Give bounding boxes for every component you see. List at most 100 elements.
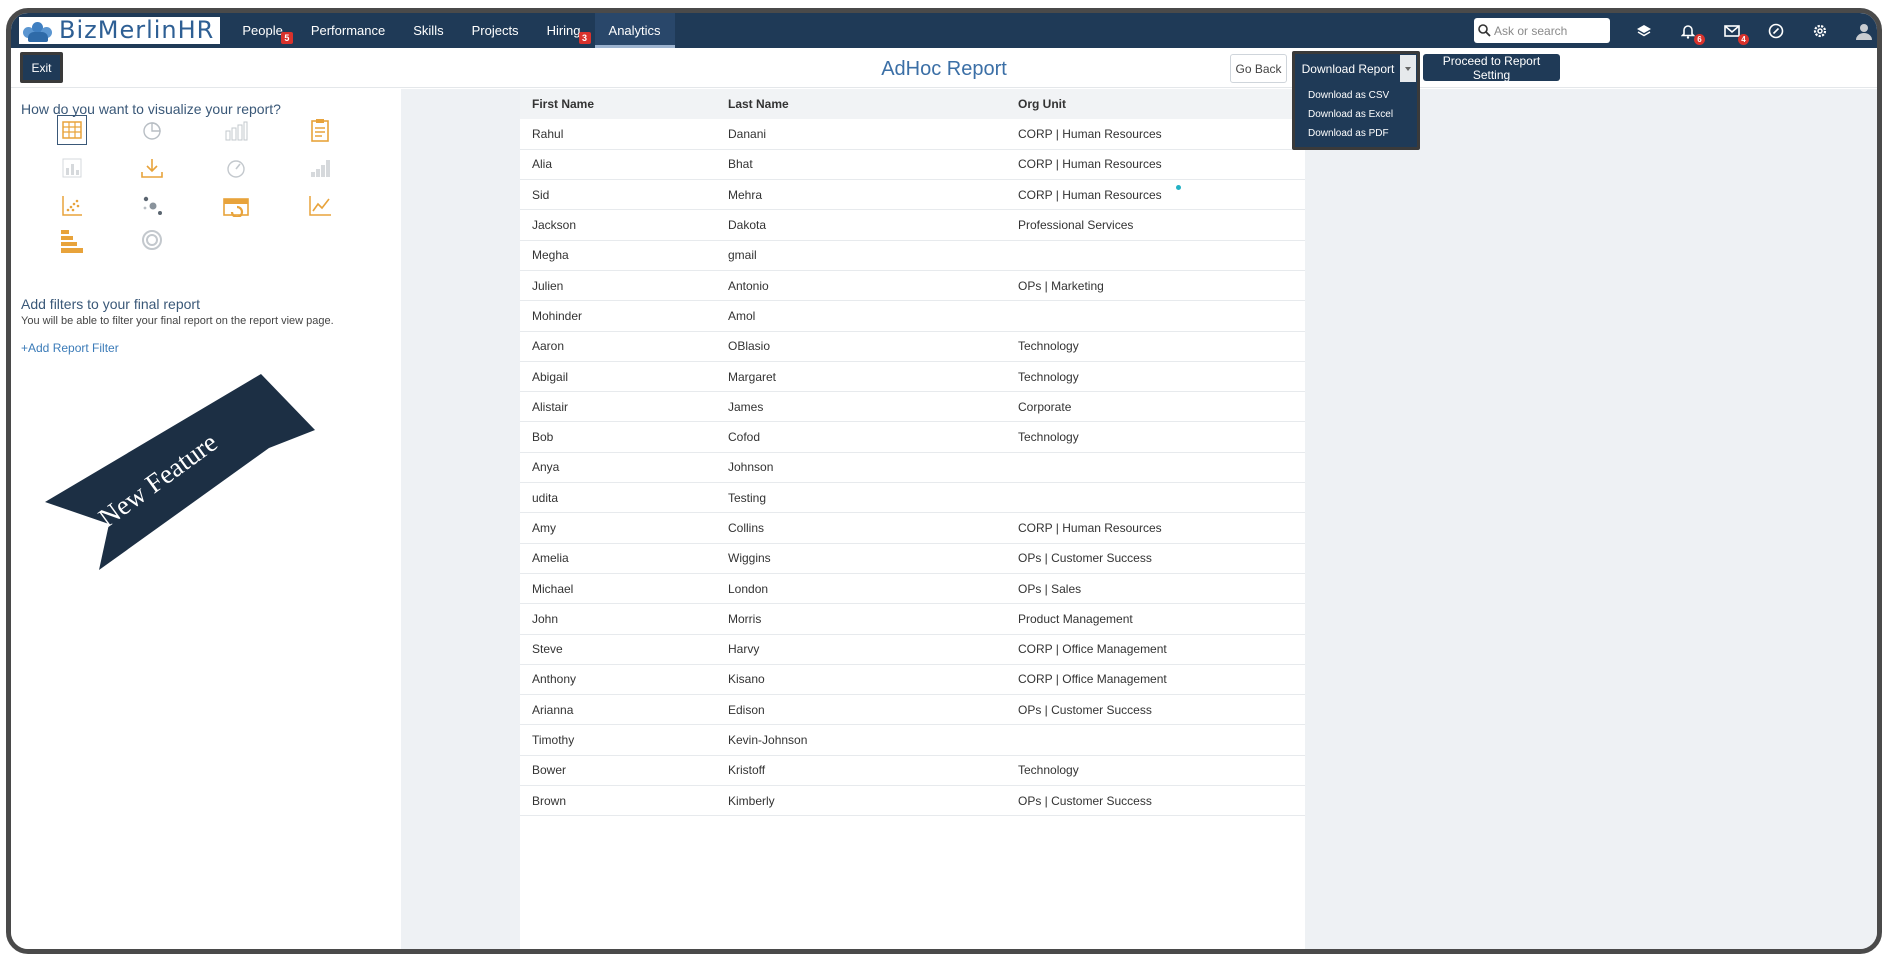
cell-last-name: Harvy [728,642,760,657]
cell-org-unit [1006,240,1305,270]
cell-org-unit: Technology [1018,430,1079,445]
nav-item-people[interactable]: People 5 [228,13,296,48]
nav-item-analytics[interactable]: Analytics [594,13,675,48]
search-box[interactable] [1474,18,1610,43]
download-csv-item[interactable]: Download as CSV [1298,86,1414,105]
mail-icon[interactable]: 4 [1723,22,1749,45]
table-row[interactable]: Sid Mehra CORP | Human Resources [520,180,1305,210]
clipboard-icon[interactable] [305,115,335,145]
avatar-icon[interactable] [1855,22,1873,40]
logo-people-icon [23,20,53,42]
notification-badge: 4 [1738,33,1749,45]
cell-org-unit: CORP | Human Resources [1018,187,1162,202]
download-report-button[interactable]: Download Report [1298,55,1398,82]
cell-first-name: Anthony [532,672,577,687]
layers-icon[interactable] [1635,22,1653,40]
column-header-org-unit[interactable]: Org Unit [1006,89,1305,119]
notification-badge: 5 [280,32,293,44]
cell-last-name: Testing [728,490,767,505]
table-row[interactable]: Alia Bhat CORP | Human Resources [520,149,1305,180]
table-row[interactable]: Anya Johnson [520,452,1305,483]
nav-label: Skills [413,23,444,38]
table-row[interactable]: Arianna Edison OPs | Customer Success [520,695,1305,725]
table-row[interactable]: Timothy Kevin-Johnson [520,725,1305,756]
cell-first-name: Mohinder [532,308,583,323]
report-table: First Name Last Name Org Unit Rahul Danan… [520,89,1305,816]
nav-item-performance[interactable]: Performance [297,13,399,48]
proceed-button[interactable]: Proceed to Report Setting [1423,54,1560,82]
nav-item-projects[interactable]: Projects [458,13,533,48]
table-row[interactable]: udita Testing [520,483,1305,513]
download-icon[interactable] [137,153,167,183]
table-row[interactable]: Amelia Wiggins OPs | Customer Success [520,543,1305,574]
add-report-filter-link[interactable]: +Add Report Filter [21,341,119,355]
top-navigation-bar: BizMerlinHR People 5 Performance Skills P… [11,13,1877,48]
table-row[interactable]: Alistair James Corporate [520,392,1305,422]
nav-label: Hiring [546,23,581,38]
download-excel-item[interactable]: Download as Excel [1298,105,1414,124]
table-row[interactable]: Bower Kristoff Technology [520,755,1305,786]
step-chart-icon[interactable] [305,153,335,183]
cell-org-unit: OPs | Marketing [1018,278,1104,293]
cell-last-name: Cofod [728,430,761,445]
table-row[interactable]: Anthony Kisano CORP | Office Management [520,664,1305,695]
search-input[interactable] [1494,23,1606,38]
report-table-container[interactable]: First Name Last Name Org Unit Rahul Danan… [520,89,1305,949]
cell-last-name: Margaret [728,369,777,384]
calendar-icon[interactable] [221,191,251,221]
column-header-last-name[interactable]: Last Name [716,89,1006,119]
nav-item-hiring[interactable]: Hiring 3 [533,13,595,48]
table-row[interactable]: John Morris Product Management [520,604,1305,635]
brand-logo[interactable]: BizMerlinHR [19,17,221,44]
bell-icon[interactable]: 6 [1679,22,1705,45]
gauge-icon[interactable] [221,153,251,183]
table-row[interactable]: Julien Antonio OPs | Marketing [520,270,1305,301]
table-row[interactable]: Bob Cofod Technology [520,422,1305,453]
download-pdf-item[interactable]: Download as PDF [1298,124,1414,143]
cell-org-unit [1006,452,1305,482]
notification-badge: 6 [1694,33,1705,45]
new-feature-ribbon: New Feature [45,374,315,574]
help-icon[interactable] [1767,22,1785,40]
cell-first-name: John [532,611,559,626]
pie-chart-icon[interactable] [137,115,167,145]
table-row[interactable]: Steve Harvy CORP | Office Management [520,634,1305,665]
filter-heading: Add filters to your final report [21,296,200,312]
table-row[interactable]: Abigail Margaret Technology [520,361,1305,392]
scatter-icon[interactable] [57,191,87,221]
cell-first-name: Steve [532,642,563,657]
cell-first-name: Alia [532,157,553,172]
table-row[interactable]: Rahul Danani CORP | Human Resources [520,119,1305,150]
content-gutter-right [1305,89,1877,949]
cell-org-unit: OPs | Customer Success [1018,551,1152,566]
cell-first-name: Jackson [532,218,577,233]
table-row[interactable]: Brown Kimberly OPs | Customer Success [520,786,1305,816]
cell-org-unit: CORP | Office Management [1018,642,1167,657]
cell-org-unit: CORP | Human Resources [1018,126,1162,141]
chevron-down-icon[interactable] [1400,55,1416,82]
table-icon[interactable] [57,115,87,145]
table-row[interactable]: Michael London OPs | Sales [520,573,1305,604]
go-back-button[interactable]: Go Back [1230,54,1287,83]
table-row[interactable]: Amy Collins CORP | Human Resources [520,513,1305,544]
cell-first-name: Bob [532,430,554,445]
nav-item-skills[interactable]: Skills [399,13,457,48]
cell-first-name: Julien [532,278,564,293]
donut-icon[interactable] [137,225,167,255]
gear-icon[interactable] [1811,22,1829,40]
table-row[interactable]: Mohinder Amol [520,301,1305,332]
table-row[interactable]: Aaron OBlasio Technology [520,331,1305,362]
horizontal-bar-icon[interactable] [57,227,87,257]
line-chart-icon[interactable] [305,191,335,221]
bar-chart-icon[interactable] [221,115,251,145]
column-header-first-name[interactable]: First Name [520,89,716,119]
nav-label: Performance [310,23,386,38]
cell-last-name: Mehra [728,187,763,202]
cell-org-unit: CORP | Human Resources [1018,521,1162,535]
table-row[interactable]: Megha gmail [520,240,1305,271]
nav-label: Analytics [608,23,661,38]
table-row[interactable]: Jackson Dakota Professional Services [520,210,1305,241]
cell-first-name: Bower [532,763,567,778]
bubble-icon[interactable] [137,191,167,221]
column-chart-icon[interactable] [57,153,87,183]
